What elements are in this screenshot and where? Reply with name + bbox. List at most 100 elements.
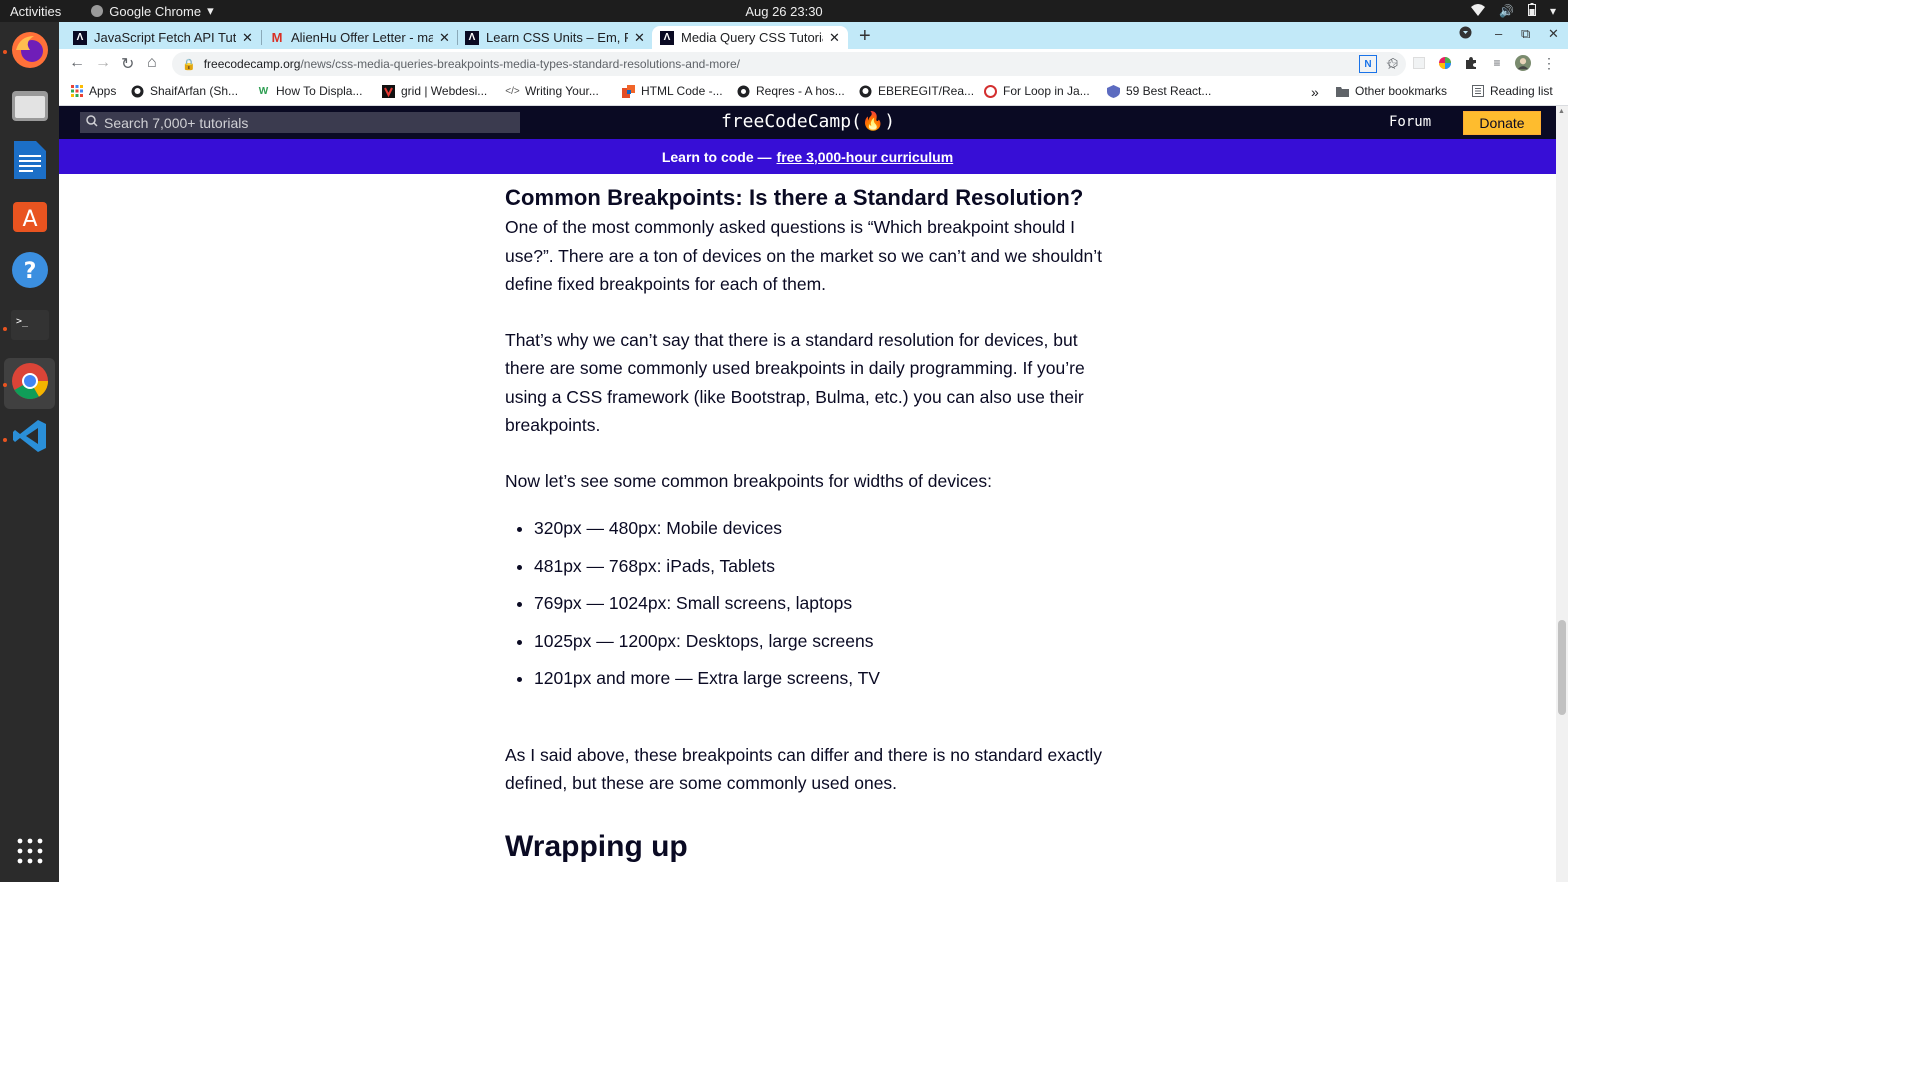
freecodecamp-icon: Λ <box>660 30 674 45</box>
libreoffice-writer-icon <box>13 141 46 184</box>
dock-writer[interactable] <box>4 137 55 188</box>
tab-title: Media Query CSS Tutorial <box>681 30 823 45</box>
search-input[interactable]: Search 7,000+ tutorials <box>80 112 520 133</box>
close-icon[interactable]: ✕ <box>242 30 253 46</box>
folder-icon <box>1336 85 1349 98</box>
tab-gmail-offer[interactable]: M AlienHu Offer Letter - ma ✕ <box>270 26 450 49</box>
donate-button[interactable]: Donate <box>1463 111 1541 135</box>
forum-link[interactable]: Forum <box>1389 114 1431 130</box>
app-menu[interactable]: Google Chrome ▾ <box>91 3 214 19</box>
address-bar[interactable]: 🔒 freecodecamp.org /news/css-media-queri… <box>172 52 1406 76</box>
browser-toolbar: ← → ↻ ⌂ 🔒 freecodecamp.org /news/css-med… <box>59 49 1568 79</box>
search-placeholder: Search 7,000+ tutorials <box>104 114 249 131</box>
bookmark-apps[interactable]: Apps <box>70 84 116 98</box>
curriculum-banner: Learn to code — free 3,000-hour curricul… <box>59 139 1556 174</box>
bookmarks-overflow-button[interactable]: » <box>1311 84 1319 100</box>
dock-files[interactable] <box>4 82 55 133</box>
minimize-icon[interactable]: – <box>1495 26 1502 41</box>
reading-list-label: Reading list <box>1490 84 1553 98</box>
bookmark-writing-your[interactable]: </> Writing Your... <box>505 84 599 98</box>
battery-icon <box>1527 3 1536 19</box>
bookmark-label: EBEREGIT/Rea... <box>878 84 975 98</box>
tab-search-icon[interactable] <box>1459 26 1472 42</box>
bookmark-eberegit[interactable]: EBEREGIT/Rea... <box>859 84 974 98</box>
scroll-up-icon[interactable]: ▲ <box>1558 108 1565 115</box>
fcc-logo[interactable]: freeCodeCamp(🔥) <box>721 111 895 132</box>
bookmark-59-best-react[interactable]: 59 Best React... <box>1107 84 1211 98</box>
bookmark-label: For Loop in Ja... <box>1003 84 1090 98</box>
close-icon[interactable]: ✕ <box>634 30 645 46</box>
list-item: 320px — 480px: Mobile devices <box>534 515 1105 543</box>
bookmark-shaifarfan[interactable]: ShaifArfan (Sh... <box>131 84 238 98</box>
volume-icon: 🔊 <box>1499 4 1514 18</box>
activities-button[interactable]: Activities <box>10 4 61 19</box>
kebab-menu-icon[interactable]: ⋮ <box>1541 55 1557 71</box>
dock: A ? >_ <box>0 22 59 882</box>
bookmark-label: 59 Best React... <box>1126 84 1212 98</box>
dock-help[interactable]: ? <box>4 247 55 298</box>
blank-extension-icon[interactable] <box>1411 55 1427 71</box>
list-item: 481px — 768px: iPads, Tablets <box>534 553 1105 581</box>
scrollbar-thumb[interactable] <box>1558 620 1566 715</box>
home-icon[interactable]: ⌂ <box>147 54 157 72</box>
running-indicator <box>3 438 7 442</box>
system-tray[interactable]: 🔊 ▾ <box>1471 3 1556 19</box>
other-bookmarks[interactable]: Other bookmarks <box>1336 84 1447 98</box>
dock-show-apps[interactable] <box>4 828 55 879</box>
bookmark-label: Apps <box>89 84 117 98</box>
bookmark-for-loop[interactable]: For Loop in Ja... <box>984 84 1090 98</box>
bookmark-grid-webdesign[interactable]: grid | Webdesi... <box>382 84 487 98</box>
reload-icon[interactable]: ↻ <box>121 54 134 74</box>
back-arrow-icon[interactable]: ← <box>69 54 85 72</box>
close-icon[interactable]: ✕ <box>829 30 840 46</box>
new-tab-button[interactable]: + <box>859 25 871 48</box>
bookmark-label: How To Displa... <box>276 84 363 98</box>
curriculum-link[interactable]: free 3,000-hour curriculum <box>777 149 954 165</box>
dock-software[interactable]: A <box>4 192 55 243</box>
breakpoints-list: 320px — 480px: Mobile devices 481px — 76… <box>505 515 1105 693</box>
tab-media-query[interactable]: Λ Media Query CSS Tutorial ✕ <box>652 26 848 49</box>
notion-extension-icon[interactable]: N <box>1359 55 1377 73</box>
tab-divider <box>261 30 262 45</box>
bookmarks-bar: Apps ShaifArfan (Sh... W How To Displa..… <box>59 79 1568 106</box>
tab-css-units[interactable]: Λ Learn CSS Units – Em, Rem ✕ <box>465 26 645 49</box>
bookmark-label: Reqres - A hos... <box>756 84 845 98</box>
restore-icon[interactable]: ⧉ <box>1521 26 1530 42</box>
clock[interactable]: Aug 26 23:30 <box>745 4 822 19</box>
media-control-icon[interactable]: ≡ <box>1489 55 1505 71</box>
reqres-icon <box>737 85 750 98</box>
wifi-icon <box>1471 3 1486 19</box>
color-extension-icon[interactable] <box>1437 55 1453 71</box>
reading-list[interactable]: Reading list <box>1471 84 1553 98</box>
close-window-icon[interactable]: ✕ <box>1548 26 1559 42</box>
bookmark-label: ShaifArfan (Sh... <box>150 84 239 98</box>
bookmark-label: HTML Code -... <box>641 84 723 98</box>
bookmark-reqres[interactable]: Reqres - A hos... <box>737 84 845 98</box>
close-icon[interactable]: ✕ <box>439 30 450 46</box>
profile-avatar[interactable] <box>1515 55 1531 71</box>
paragraph: As I said above, these breakpoints can d… <box>505 744 1102 794</box>
cube-extension-icon[interactable]: ⬡ <box>1385 55 1401 71</box>
tab-strip: Λ JavaScript Fetch API Tuto ✕ M AlienHu … <box>59 22 1568 49</box>
bookmark-html-code[interactable]: HTML Code -... <box>622 84 723 98</box>
firefox-icon <box>10 30 50 75</box>
section-heading: Common Breakpoints: Is there a Standard … <box>505 185 1084 210</box>
page-scrollbar[interactable]: ▲ <box>1556 106 1568 882</box>
puzzle-extensions-icon[interactable] <box>1463 55 1479 71</box>
forward-arrow-icon[interactable]: → <box>95 54 111 72</box>
paragraph: One of the most commonly asked questions… <box>505 217 1102 294</box>
bookmark-how-to-display[interactable]: W How To Displa... <box>257 84 363 98</box>
app-menu-label: Google Chrome <box>109 3 202 19</box>
dock-chrome[interactable] <box>4 358 55 409</box>
dock-terminal[interactable]: >_ <box>4 302 55 353</box>
dock-vscode[interactable] <box>4 413 55 464</box>
files-icon <box>11 87 49 128</box>
help-icon: ? <box>11 251 49 294</box>
bookmark-label: grid | Webdesi... <box>401 84 488 98</box>
url-domain: freecodecamp.org <box>203 57 301 71</box>
freecodecamp-icon: Λ <box>73 30 87 45</box>
tab-fetch-api[interactable]: Λ JavaScript Fetch API Tuto ✕ <box>73 26 253 49</box>
dock-firefox[interactable] <box>4 27 55 78</box>
github-icon <box>859 85 872 98</box>
running-indicator <box>3 383 7 387</box>
